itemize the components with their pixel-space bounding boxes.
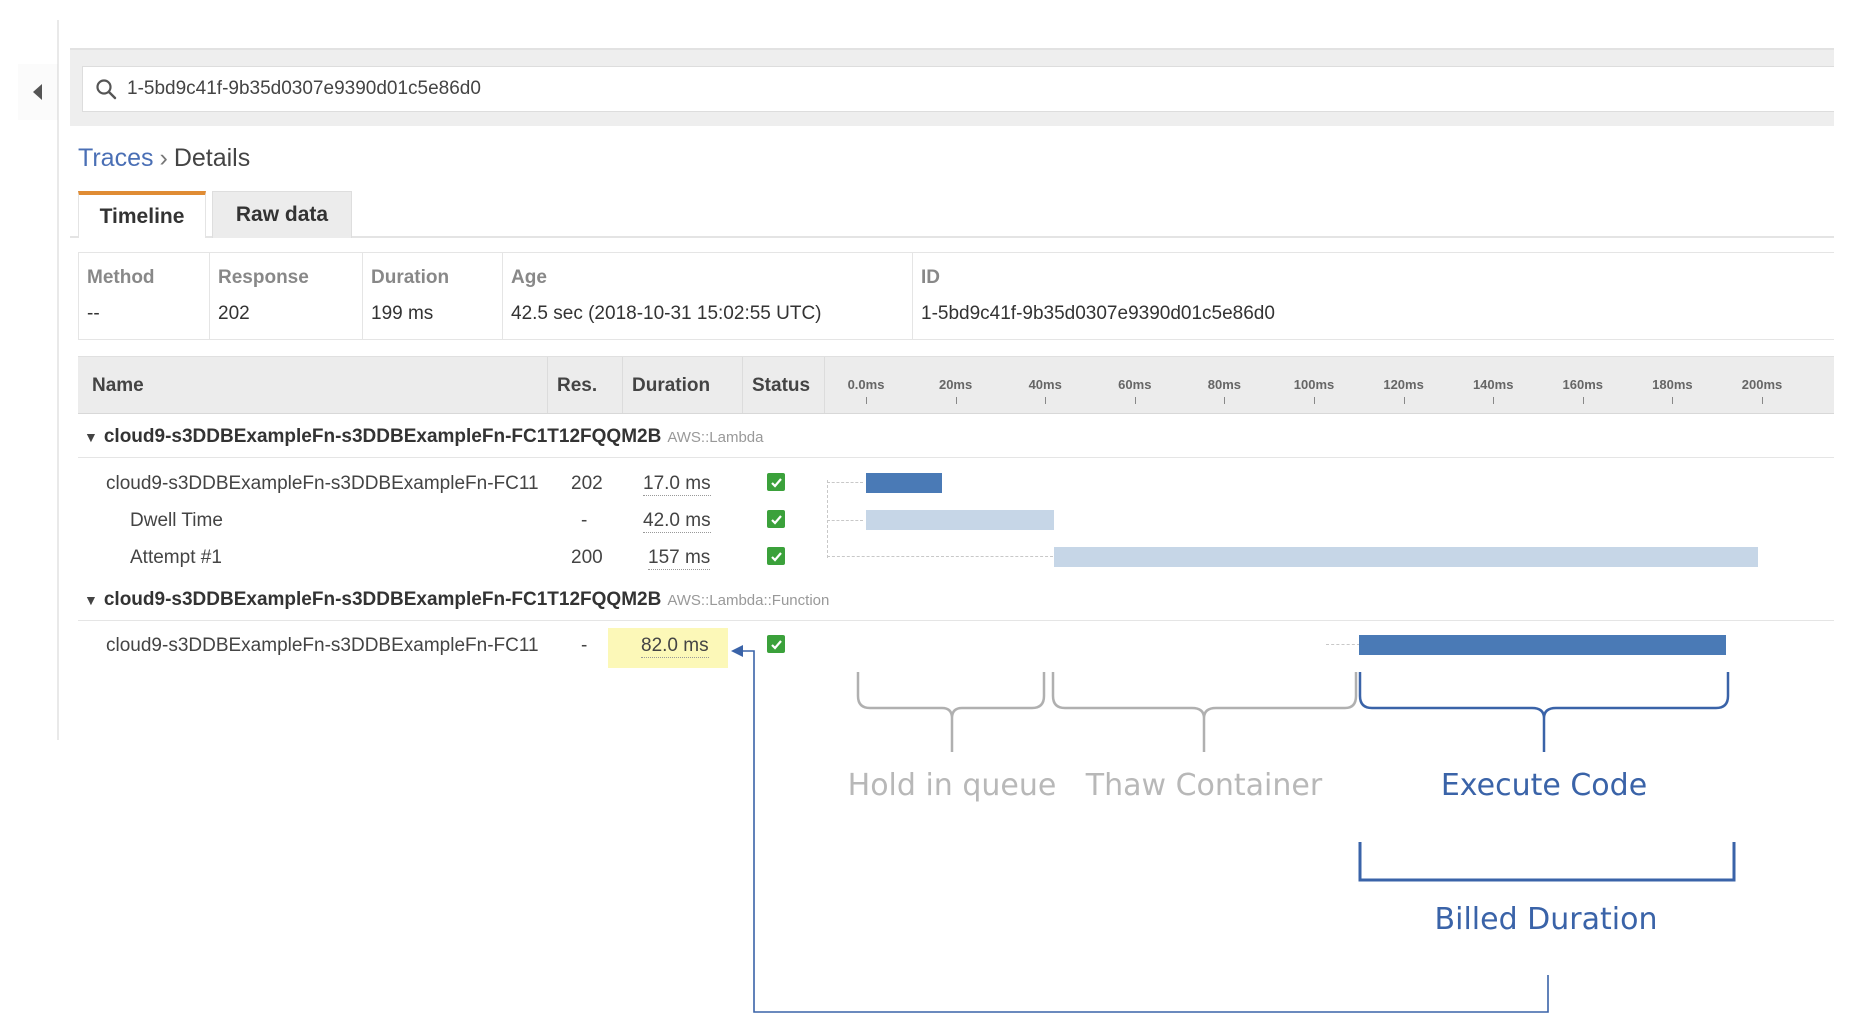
hold-in-queue-brace: [856, 672, 1046, 752]
thaw-container-brace: [1051, 672, 1358, 752]
annotation-billed-duration: Billed Duration: [1434, 902, 1658, 937]
execute-code-brace: [1358, 672, 1730, 752]
arrow-head-icon: [731, 645, 743, 657]
annotation-thaw-container: Thaw Container: [1085, 768, 1323, 803]
annotation-overlay: [731, 645, 1736, 1013]
annotation-hold-in-queue: Hold in queue: [847, 768, 1057, 803]
billed-duration-pointer: [737, 650, 1549, 1013]
annotation-execute-code: Execute Code: [1440, 768, 1648, 803]
billed-duration-bracket: [1358, 842, 1736, 882]
